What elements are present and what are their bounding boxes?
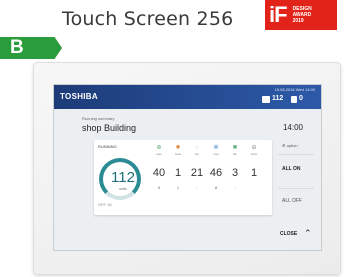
product-title: Touch Screen 256 [62, 8, 234, 30]
mode-dry[interactable]: ◌ dry 21 - [189, 145, 205, 190]
divider [278, 188, 314, 189]
screen-header: TOSHIBA 15.08.2018 Wed 14:00 112 0 [54, 85, 321, 109]
mode-auto[interactable]: ⊛ auto 40 5 [151, 145, 167, 190]
all-on-button[interactable]: ALL ON [282, 166, 301, 172]
auto-icon: ⊛ [156, 145, 162, 151]
other-icon: ⊖ [251, 145, 257, 151]
section-badge: B [0, 37, 62, 59]
alert-icon[interactable] [291, 96, 297, 103]
mode-other[interactable]: ⊖ other 1 [246, 145, 262, 185]
all-off-button[interactable]: ALL OFF [282, 198, 302, 204]
gauge-value: 112 [111, 169, 135, 186]
option-button[interactable]: ⚙ option [282, 143, 298, 148]
chevron-up-icon[interactable]: ⌃ [304, 228, 312, 239]
building-name[interactable]: shop Building [82, 123, 136, 133]
alert-count: 0 [299, 95, 303, 102]
running-label: RUNNING [98, 144, 117, 149]
if-design-award-logo: iF DESIGN AWARD 2019 [265, 0, 337, 30]
close-button[interactable]: CLOSE [280, 231, 297, 237]
heat-icon: ✹ [175, 145, 181, 151]
monitor-icon[interactable] [262, 96, 270, 103]
device-screen: TOSHIBA 15.08.2018 Wed 14:00 112 0 Runni… [53, 84, 322, 251]
unit-count: 112 [272, 95, 284, 102]
gauge-off-count: OFF 16 [98, 202, 112, 207]
current-time: 14:00 [282, 123, 303, 132]
award-text: DESIGN AWARD 2019 [292, 6, 312, 24]
datetime: 15.08.2018 Wed 14:00 [274, 87, 315, 92]
award-logo-mark: iF [269, 2, 288, 27]
brand-logo: TOSHIBA [60, 92, 98, 101]
cool-icon: ✲ [213, 145, 219, 151]
mode-fan[interactable]: ✖ fan 3 - [227, 145, 243, 190]
side-panel: ⚙ option ALL ON ALL OFF [278, 140, 314, 215]
divider [278, 154, 314, 155]
mode-cool[interactable]: ✲ cool 46 8 [208, 145, 224, 190]
fan-icon: ✖ [232, 145, 238, 151]
dry-icon: ◌ [195, 145, 199, 151]
summary-label: Running summary [82, 116, 115, 121]
mode-heat[interactable]: ✹ heat 1 1 [170, 145, 186, 190]
gauge-unit: units [119, 187, 127, 191]
running-summary-card: RUNNING 112 units OFF 16 ⊛ auto 40 5 ✹ h… [94, 140, 272, 215]
